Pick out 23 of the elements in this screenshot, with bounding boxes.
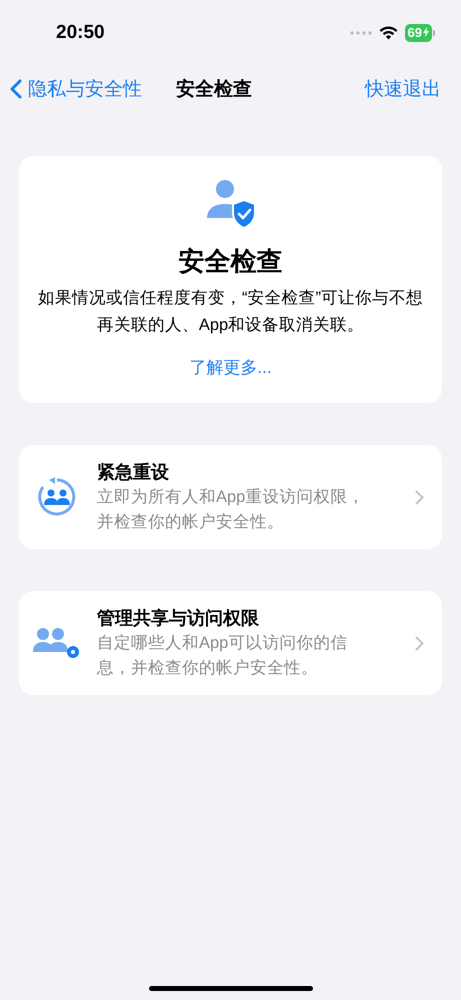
quick-exit-button[interactable]: 快速退出: [365, 76, 441, 102]
card-description: 如果情况或信任程度有变，“安全检查”可让你与不想再关联的人、App和设备取消关联。: [37, 288, 424, 336]
back-button[interactable]: 隐私与安全性: [10, 76, 142, 102]
battery-indicator: 69: [404, 24, 435, 42]
person-shield-icon: [204, 178, 256, 230]
option-description: 立即为所有人和App重设访问权限，并检查你的帐户安全性。: [97, 487, 365, 533]
option-description: 自定哪些人和App可以访问你的信息，并检查你的帐户安全性。: [97, 633, 348, 679]
people-refresh-icon: [37, 477, 77, 517]
chevron-icon: [415, 490, 424, 504]
wifi-icon: [378, 26, 398, 40]
page-title: 安全检查: [176, 78, 252, 102]
option-row[interactable]: 管理共享与访问权限 自定哪些人和App可以访问你的信息，并检查你的帐户安全性。: [19, 591, 442, 695]
chevron-icon: [415, 636, 424, 650]
back-chevron-icon: [10, 79, 22, 99]
option-title: 紧急重设: [97, 461, 170, 484]
people-gear-icon: [33, 626, 81, 660]
learn-more-link[interactable]: 了解更多...: [189, 356, 272, 379]
clock: 20:50: [56, 22, 105, 44]
signal-icon: [350, 31, 372, 35]
charging-bolt-icon: [423, 27, 429, 37]
option-title: 管理共享与访问权限: [97, 607, 260, 630]
card-title: 安全检查: [178, 245, 282, 278]
option-row[interactable]: 紧急重设 立即为所有人和App重设访问权限，并检查你的帐户安全性。: [19, 445, 442, 549]
